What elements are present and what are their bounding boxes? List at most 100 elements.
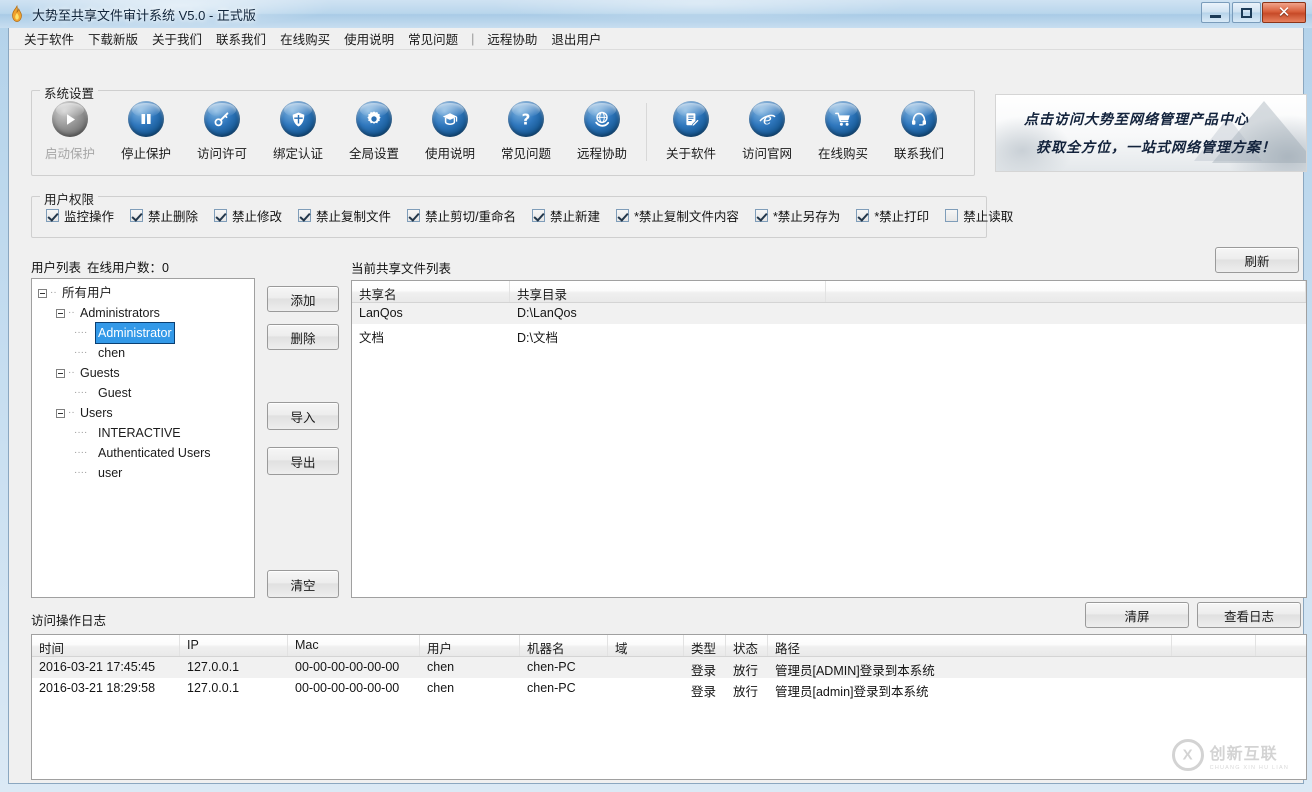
- promo-banner[interactable]: 点击访问大势至网络管理产品中心 获取全方位，一站式网络管理方案！: [995, 94, 1307, 172]
- checkbox-icon[interactable]: [298, 209, 312, 222]
- internet-explorer-icon: e: [749, 101, 785, 137]
- menu-faq[interactable]: 常见问题: [401, 27, 465, 50]
- tool-contact-us[interactable]: 联系我们: [881, 97, 957, 162]
- column-header[interactable]: 路径: [768, 635, 1172, 656]
- user-tree[interactable]: ·· 所有用户 ·· Administrators ···· Administrator ·…: [31, 278, 255, 598]
- table-row[interactable]: 2016-03-21 18:29:58 127.0.0.1 00-00-00-00-…: [32, 678, 1306, 699]
- clear-screen-button[interactable]: 清屏: [1085, 602, 1189, 628]
- menu-about-us[interactable]: 关于我们: [145, 27, 209, 50]
- column-header[interactable]: 类型: [684, 635, 726, 656]
- refresh-button[interactable]: 刷新: [1215, 247, 1299, 273]
- share-file-list[interactable]: 共享名 共享目录 LanQos D:\LanQos 文档 D:\文档: [351, 280, 1307, 598]
- access-log-list[interactable]: 时间 IP Mac 用户 机器名域类型 状态 路径 2016-03-21 17:45:45 12…: [31, 634, 1307, 780]
- menu-bar: 关于软件 下载新版 关于我们 联系我们 在线购买 使用说明 常见问题 | 远程协助 退出用户: [9, 28, 1303, 50]
- menu-contact-us[interactable]: 联系我们: [209, 27, 273, 50]
- checkbox-icon[interactable]: [46, 209, 59, 222]
- column-header[interactable]: [826, 281, 1306, 302]
- checkbox-icon[interactable]: [754, 209, 768, 222]
- tool-bind-auth[interactable]: 绑定认证: [260, 97, 336, 162]
- column-header[interactable]: 状态: [726, 635, 768, 656]
- column-header[interactable]: IP: [180, 635, 288, 656]
- collapse-icon[interactable]: [56, 408, 65, 418]
- checkbox-icon[interactable]: [945, 209, 959, 222]
- tool-about-software[interactable]: 关于软件: [653, 97, 729, 162]
- checkbox-icon[interactable]: [407, 209, 421, 222]
- menu-about-software[interactable]: 关于软件: [17, 27, 81, 50]
- checkbox-label: 禁止新建: [550, 210, 601, 224]
- tree-node[interactable]: ···· user: [32, 463, 254, 483]
- collapse-icon[interactable]: [56, 368, 65, 378]
- perm-forbid-save-as[interactable]: *禁止另存为: [754, 206, 840, 225]
- tool-global-settings[interactable]: 全局设置: [336, 97, 412, 162]
- tool-remote-assist[interactable]: 远程协助: [564, 97, 640, 162]
- menu-remote-assist[interactable]: 远程协助: [480, 27, 544, 50]
- title-bar[interactable]: 大势至共享文件审计系统 V5.0 - 正式版 ✕: [0, 0, 1312, 28]
- tree-node[interactable]: ···· Authenticated Users: [32, 443, 254, 463]
- column-header[interactable]: 用户: [420, 635, 520, 656]
- tree-node[interactable]: ·· Administrators: [32, 303, 254, 323]
- checkbox-icon[interactable]: [532, 209, 546, 222]
- add-user-button[interactable]: 添加: [267, 286, 339, 312]
- tree-node[interactable]: ···· chen: [32, 343, 254, 363]
- menu-download-new[interactable]: 下载新版: [81, 27, 145, 50]
- tool-instructions[interactable]: 使用说明: [412, 97, 488, 162]
- perm-forbid-modify[interactable]: 禁止修改: [214, 206, 282, 225]
- graduation-cap-icon: [432, 101, 468, 137]
- column-header[interactable]: [1172, 635, 1256, 656]
- perm-forbid-delete[interactable]: 禁止删除: [130, 206, 198, 225]
- key-icon: [204, 101, 240, 137]
- perm-monitor-operations[interactable]: 监控操作: [46, 206, 114, 225]
- table-row[interactable]: 文档 D:\文档: [352, 324, 1306, 345]
- collapse-icon[interactable]: [56, 308, 65, 318]
- tool-buy-online[interactable]: 在线购买: [805, 97, 881, 162]
- tree-node[interactable]: ·· Users: [32, 403, 254, 423]
- view-log-button[interactable]: 查看日志: [1197, 602, 1301, 628]
- menu-logout[interactable]: 退出用户: [544, 27, 608, 50]
- column-header[interactable]: 时间: [32, 635, 180, 656]
- perm-forbid-print[interactable]: *禁止打印: [856, 206, 929, 225]
- import-button[interactable]: 导入: [267, 402, 339, 430]
- perm-forbid-copy-file[interactable]: 禁止复制文件: [298, 206, 391, 225]
- tool-access-permission[interactable]: 访问许可: [184, 97, 260, 162]
- tree-node[interactable]: ·· Guests: [32, 363, 254, 383]
- tool-faq[interactable]: ? 常见问题: [488, 97, 564, 162]
- menu-instructions[interactable]: 使用说明: [337, 27, 401, 50]
- column-header[interactable]: 域: [608, 635, 684, 656]
- table-cell: D:\LanQos: [517, 306, 577, 320]
- tree-node[interactable]: ···· Administrator: [32, 322, 254, 344]
- table-cell: [1172, 657, 1256, 678]
- column-header[interactable]: Mac: [288, 635, 420, 656]
- checkbox-icon[interactable]: [214, 209, 228, 222]
- checkbox-icon[interactable]: [130, 209, 144, 222]
- table-cell: 放行: [733, 664, 759, 678]
- clear-users-button[interactable]: 清空: [267, 570, 339, 598]
- menu-separator: |: [471, 31, 475, 46]
- collapse-icon[interactable]: [38, 288, 47, 298]
- column-header[interactable]: 机器名: [520, 635, 608, 656]
- checkbox-icon[interactable]: [856, 209, 870, 222]
- column-header[interactable]: 共享目录: [510, 281, 826, 302]
- access-log-label: 访问操作日志: [31, 614, 107, 628]
- perm-forbid-cut-rename[interactable]: 禁止剪切/重命名: [407, 206, 516, 225]
- perm-forbid-read[interactable]: 禁止读取: [945, 206, 1013, 225]
- question-mark-icon: ?: [508, 101, 544, 137]
- minimize-button[interactable]: [1201, 2, 1230, 23]
- close-button[interactable]: ✕: [1262, 2, 1306, 23]
- export-button[interactable]: 导出: [267, 447, 339, 475]
- column-header[interactable]: 共享名: [352, 281, 510, 302]
- perm-forbid-new[interactable]: 禁止新建: [532, 206, 600, 225]
- tree-node[interactable]: ···· Guest: [32, 383, 254, 403]
- client-area: 关于软件 下载新版 关于我们 联系我们 在线购买 使用说明 常见问题 | 远程协助 退出用户 系统…: [8, 28, 1307, 784]
- tool-visit-website[interactable]: e 访问官网: [729, 97, 805, 162]
- tool-stop-protection[interactable]: 停止保护: [108, 97, 184, 162]
- table-row[interactable]: LanQos D:\LanQos: [352, 303, 1306, 324]
- tree-node[interactable]: ·· 所有用户: [32, 283, 254, 303]
- checkbox-icon[interactable]: [616, 209, 630, 222]
- menu-buy-online[interactable]: 在线购买: [273, 27, 337, 50]
- perm-forbid-copy-content[interactable]: *禁止复制文件内容: [616, 206, 739, 225]
- toolbar-label: 常见问题: [500, 147, 551, 161]
- tree-node[interactable]: ···· INTERACTIVE: [32, 423, 254, 443]
- maximize-button[interactable]: [1232, 2, 1261, 23]
- delete-user-button[interactable]: 删除: [267, 324, 339, 350]
- table-row[interactable]: 2016-03-21 17:45:45 127.0.0.1 00-00-00-00-…: [32, 657, 1306, 678]
